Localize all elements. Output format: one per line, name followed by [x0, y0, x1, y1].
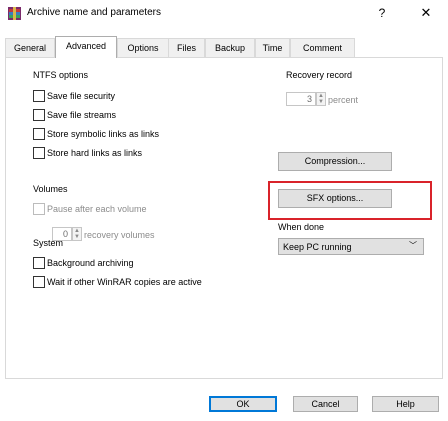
recovery-unit-label: percent: [328, 95, 359, 105]
checkbox-box[interactable]: [33, 257, 45, 269]
chevron-down-icon[interactable]: ﹀: [409, 240, 417, 251]
checkbox-box[interactable]: [33, 276, 45, 288]
checkbox-box[interactable]: [33, 147, 45, 159]
checkbox-label: Background archiving: [47, 258, 134, 268]
checkbox-box[interactable]: [33, 128, 45, 140]
tab-general[interactable]: General: [5, 38, 55, 57]
window-title: Archive name and parameters: [27, 7, 161, 18]
store-hard-links-checkbox[interactable]: Store hard links as links: [33, 147, 142, 161]
checkbox-label: Save file security: [47, 91, 116, 101]
save-file-security-checkbox[interactable]: Save file security: [33, 90, 115, 104]
recovery-record-title: Recovery record: [286, 70, 353, 80]
tab-advanced[interactable]: Advanced: [55, 36, 117, 58]
background-archiving-checkbox[interactable]: Background archiving: [33, 257, 134, 271]
system-title: System: [33, 238, 64, 248]
spinner-arrows-icon[interactable]: ▲ ▼: [316, 92, 326, 106]
volumes-title: Volumes: [33, 184, 68, 194]
title-bar: Archive name and parameters ? ✕: [0, 0, 448, 27]
winrar-icon: [8, 7, 21, 20]
sfx-options-button[interactable]: SFX options...: [278, 189, 392, 208]
when-done-select[interactable]: Keep PC running ﹀: [278, 238, 424, 255]
tab-backup[interactable]: Backup: [205, 38, 255, 57]
checkbox-label: Pause after each volume: [47, 204, 147, 214]
recovery-volumes-label: recovery volumes: [84, 230, 155, 240]
compression-button[interactable]: Compression...: [278, 152, 392, 171]
cancel-button[interactable]: Cancel: [293, 396, 358, 412]
tab-time[interactable]: Time: [255, 38, 290, 57]
pause-after-volume-checkbox: Pause after each volume: [33, 203, 147, 217]
checkbox-label: Wait if other WinRAR copies are active: [47, 277, 202, 287]
checkbox-box: [33, 203, 45, 215]
save-file-streams-checkbox[interactable]: Save file streams: [33, 109, 116, 123]
spinner-arrows-icon[interactable]: ▲ ▼: [72, 227, 82, 241]
ntfs-options-title: NTFS options: [33, 70, 89, 80]
when-done-label: When done: [278, 222, 325, 232]
tab-options[interactable]: Options: [117, 38, 169, 57]
tab-files[interactable]: Files: [168, 38, 205, 57]
close-button[interactable]: ✕: [414, 4, 438, 22]
wait-other-copies-checkbox[interactable]: Wait if other WinRAR copies are active: [33, 276, 202, 290]
tab-comment[interactable]: Comment: [290, 38, 355, 57]
ok-button[interactable]: OK: [209, 396, 277, 412]
checkbox-label: Store hard links as links: [47, 148, 143, 158]
checkbox-label: Store symbolic links as links: [47, 129, 160, 139]
checkbox-box[interactable]: [33, 90, 45, 102]
checkbox-label: Save file streams: [47, 110, 117, 120]
when-done-value: Keep PC running: [283, 242, 352, 252]
store-symbolic-links-checkbox[interactable]: Store symbolic links as links: [33, 128, 159, 142]
recovery-percent-input[interactable]: 3: [286, 92, 316, 106]
checkbox-box[interactable]: [33, 109, 45, 121]
help-button[interactable]: Help: [372, 396, 439, 412]
help-title-button[interactable]: ?: [370, 4, 394, 22]
